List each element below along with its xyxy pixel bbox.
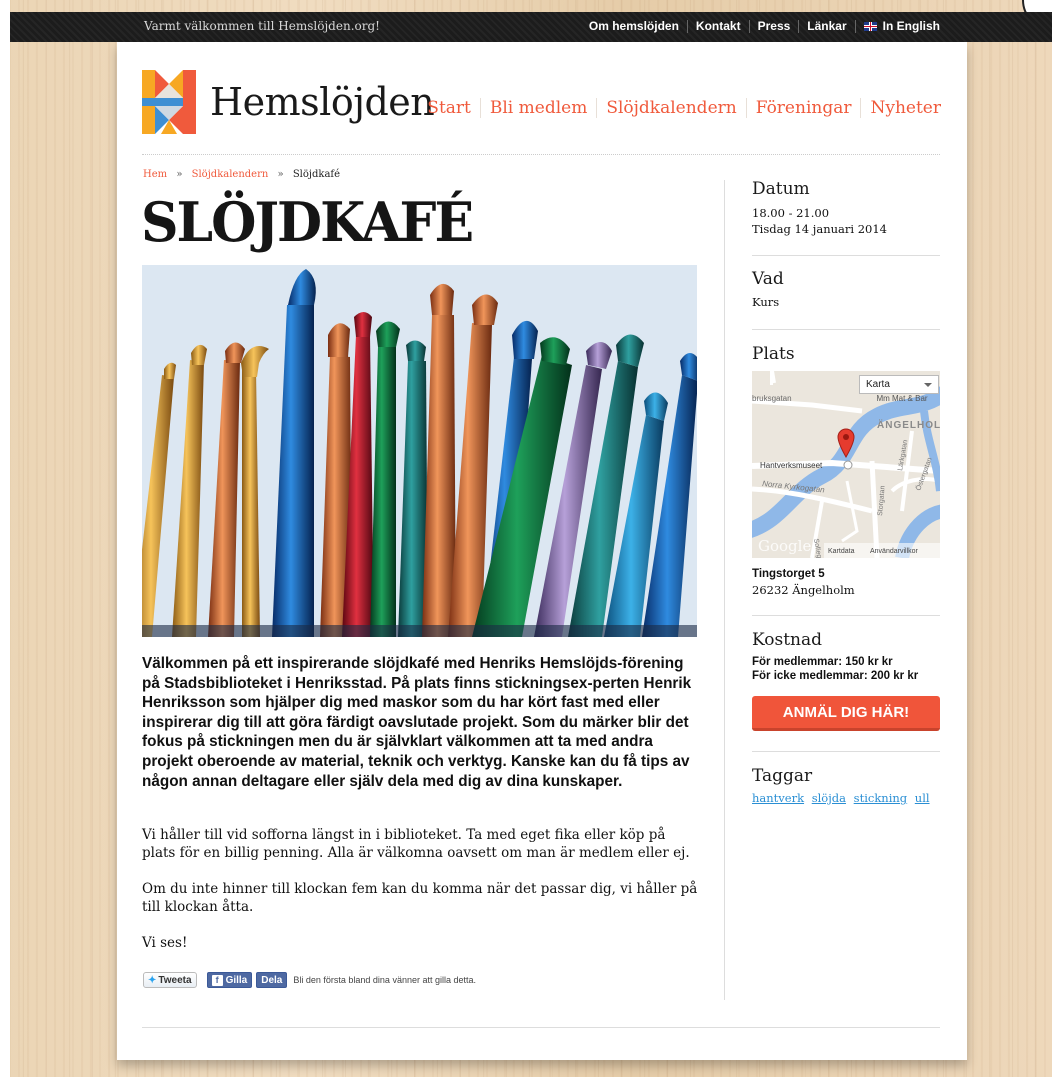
- logo-text: Hemslöjden: [210, 80, 435, 124]
- nav-bli-medlem[interactable]: Bli medlem: [479, 98, 596, 118]
- breadcrumb-slojdkalendern[interactable]: Slöjdkalendern: [192, 169, 269, 180]
- tag-slojda[interactable]: slöjda: [812, 791, 846, 805]
- top-link-english[interactable]: In English: [863, 19, 940, 33]
- event-type: Kurs: [752, 295, 780, 309]
- article-paragraph-1: Vi håller till vid sofforna längst in i …: [142, 827, 690, 861]
- tag-stickning[interactable]: stickning: [854, 791, 907, 805]
- plats-section: Plats bruksgatan Mm Mat & Bar ÄNGELHOL H…: [752, 330, 940, 615]
- crochet-hooks-illustration: [142, 265, 697, 637]
- event-sidebar: Datum 18.00 - 21.00 Tisdag 14 januari 20…: [752, 179, 940, 805]
- venue-city: 26232 Ängelholm: [752, 582, 855, 597]
- column-divider: [724, 180, 725, 1000]
- map-label-angelholm: ÄNGELHOL: [877, 418, 940, 431]
- top-link-kontakt[interactable]: Kontakt: [696, 19, 741, 33]
- left-edge: [0, 0, 10, 1077]
- page-title: SLÖJDKAFÉ: [141, 190, 474, 255]
- taggar-heading: Taggar: [752, 766, 813, 786]
- main-nav: Start Bli medlem Slöjdkalendern Förening…: [418, 98, 941, 118]
- article-paragraph-2: Om du inte hinner till klockan fem kan d…: [142, 881, 698, 915]
- tag-ull[interactable]: ull: [915, 791, 930, 805]
- breadcrumb-separator: »: [176, 169, 183, 180]
- map-kartdata[interactable]: Kartdata: [828, 548, 855, 555]
- breadcrumb: Hem » Slöjdkalendern » Slöjdkafé: [143, 169, 340, 180]
- vad-heading: Vad: [752, 269, 784, 289]
- event-time: 18.00 - 21.00: [752, 206, 830, 220]
- article-lead: Välkommen på ett inspirerande slöjdkafé …: [142, 655, 692, 790]
- top-link-lankar[interactable]: Länkar: [807, 19, 846, 33]
- map-label-hantverksmuseet: Hantverksmuseet: [760, 461, 823, 470]
- facebook-like-button[interactable]: f Gilla: [206, 972, 253, 988]
- english-label: In English: [882, 19, 940, 33]
- google-logo: Google: [758, 537, 811, 555]
- hemslojden-logo-icon: [142, 70, 196, 134]
- kostnad-heading: Kostnad: [752, 630, 823, 650]
- like-label: Gilla: [225, 974, 248, 986]
- page-container: Hemslöjden Start Bli medlem Slöjdkalende…: [117, 42, 967, 1060]
- top-link-om-hemslojden[interactable]: Om hemslöjden: [589, 19, 679, 33]
- tweet-label: Tweeta: [158, 974, 192, 986]
- twitter-bird-icon: ✦: [148, 974, 157, 986]
- plats-heading: Plats: [752, 344, 795, 364]
- hero-image-crochet-hooks: [142, 265, 697, 637]
- datum-heading: Datum: [752, 179, 810, 199]
- nav-nyheter[interactable]: Nyheter: [860, 98, 941, 118]
- nav-slojdkalendern[interactable]: Slöjdkalendern: [596, 98, 745, 118]
- price-members: För medlemmar: 150 kr kr: [752, 656, 893, 668]
- map-label-mm-mat-bar: Mm Mat & Bar: [876, 394, 927, 403]
- vad-section: Vad Kurs: [752, 256, 940, 329]
- tweet-button[interactable]: ✦ Tweeta: [143, 972, 197, 988]
- event-date: Tisdag 14 januari 2014: [752, 222, 887, 236]
- facebook-like-text: Bli den första bland dina vänner att gil…: [293, 975, 476, 985]
- kostnad-section: Kostnad För medlemmar: 150 kr kr För ick…: [752, 616, 940, 751]
- venue-address: Tingstorget 5: [752, 568, 825, 580]
- map-terms[interactable]: Användarvillkor: [870, 548, 919, 555]
- map-type-select[interactable]: Karta: [859, 375, 939, 394]
- social-buttons: ✦ Tweeta f Gilla Dela Bli den första bla…: [143, 972, 476, 988]
- divider: [854, 19, 856, 33]
- tag-hantverk[interactable]: hantverk: [752, 791, 804, 805]
- price-nonmembers: För icke medlemmar: 200 kr kr: [752, 669, 919, 682]
- tag-list: hantverk slöjda stickning ull: [752, 791, 940, 805]
- nav-start[interactable]: Start: [418, 98, 480, 118]
- footer-divider: [142, 1027, 940, 1028]
- datum-section: Datum 18.00 - 21.00 Tisdag 14 januari 20…: [752, 179, 940, 255]
- top-bar: Varmt välkommen till Hemslöjden.org! Om …: [10, 12, 1052, 42]
- site-logo[interactable]: Hemslöjden: [142, 70, 435, 134]
- divider: [798, 19, 800, 33]
- uk-flag-icon: [863, 21, 877, 31]
- breadcrumb-current: Slöjdkafé: [292, 169, 341, 180]
- map-label-bruksgatan: bruksgatan: [752, 394, 792, 403]
- facebook-share-button[interactable]: Dela: [256, 972, 288, 988]
- breadcrumb-separator: »: [277, 169, 284, 180]
- breadcrumb-hem[interactable]: Hem: [143, 169, 167, 180]
- map-type-value: Karta: [866, 379, 890, 390]
- article-paragraph-3: Vi ses!: [142, 935, 188, 951]
- divider: [748, 19, 750, 33]
- chevron-down-icon: [924, 383, 932, 387]
- nav-foreningar[interactable]: Föreningar: [745, 98, 861, 118]
- facebook-icon: f: [211, 974, 223, 986]
- register-button[interactable]: ANMÄL DIG HÄR!: [752, 696, 940, 731]
- map-graphic: bruksgatan Mm Mat & Bar ÄNGELHOL Hantver…: [752, 371, 940, 558]
- taggar-section: Taggar hantverk slöjda stickning ull: [752, 752, 940, 805]
- top-links: Om hemslöjden Kontakt Press Länkar In En…: [589, 19, 940, 33]
- divider: [686, 19, 688, 33]
- header-divider: [142, 154, 940, 155]
- top-link-press[interactable]: Press: [758, 19, 791, 33]
- welcome-text: Varmt välkommen till Hemslöjden.org!: [144, 19, 380, 33]
- location-map[interactable]: bruksgatan Mm Mat & Bar ÄNGELHOL Hantver…: [752, 371, 940, 558]
